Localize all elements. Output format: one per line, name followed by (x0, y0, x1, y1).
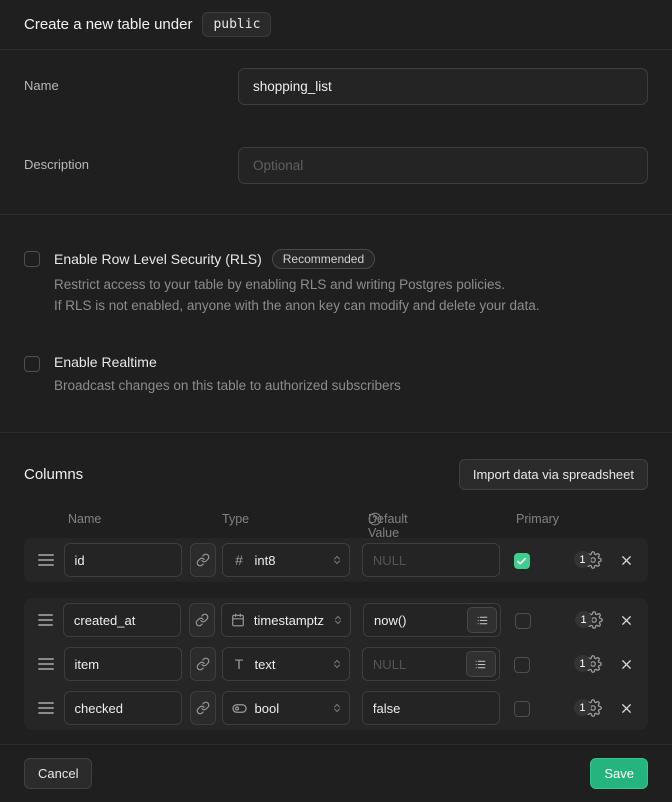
header-type: Type (222, 512, 249, 526)
cancel-button[interactable]: Cancel (24, 758, 92, 789)
column-name-input[interactable] (64, 543, 182, 577)
column-type-value: text (255, 657, 323, 672)
column-row-checked: bool 1 (24, 686, 648, 730)
column-type-value: int8 (255, 553, 323, 568)
remove-column-button[interactable] (619, 553, 634, 568)
columns-table-header: Name Type Default Value Primary (0, 512, 672, 528)
foreign-key-button[interactable] (190, 691, 216, 725)
settings-count-badge: 1 (574, 551, 591, 568)
description-row: Description (24, 147, 648, 184)
columns-rows-card: timestamptz 1 (24, 598, 648, 730)
close-icon (619, 701, 634, 716)
dialog-title: Create a new table under (24, 16, 192, 33)
help-icon[interactable] (368, 512, 382, 526)
drag-handle-icon[interactable] (38, 554, 54, 566)
realtime-label: Enable Realtime (54, 354, 157, 370)
column-name-input[interactable] (63, 603, 181, 637)
column-default-input[interactable] (362, 691, 500, 725)
primary-checkbox[interactable] (514, 657, 530, 673)
foreign-key-button[interactable] (189, 603, 215, 637)
drag-handle-icon[interactable] (38, 658, 54, 670)
list-icon (476, 614, 489, 627)
import-spreadsheet-button[interactable]: Import data via spreadsheet (459, 459, 648, 490)
column-type-select[interactable]: bool (222, 691, 350, 725)
primary-checkbox[interactable] (515, 613, 531, 629)
settings-count-badge: 1 (574, 655, 591, 672)
hash-icon: # (232, 552, 247, 568)
header-name: Name (68, 512, 101, 526)
column-row-created-at: timestamptz 1 (24, 598, 648, 642)
text-icon: T (232, 656, 247, 672)
dialog-footer: Cancel Save (0, 745, 672, 802)
column-type-value: bool (255, 701, 323, 716)
remove-column-button[interactable] (619, 613, 634, 628)
foreign-key-button[interactable] (190, 647, 216, 681)
table-info-section: Name Description (0, 50, 672, 215)
primary-row-card: # int8 1 (24, 538, 648, 582)
toggle-icon (232, 701, 247, 716)
column-type-select[interactable]: # int8 (222, 543, 350, 577)
columns-title: Columns (24, 466, 83, 483)
drag-handle-icon[interactable] (38, 614, 53, 626)
settings-count-badge: 1 (575, 611, 592, 628)
check-icon (516, 556, 527, 567)
link-icon (196, 657, 210, 671)
default-value-picker-button[interactable] (466, 651, 496, 677)
link-icon (196, 701, 210, 715)
column-name-input[interactable] (64, 691, 182, 725)
rls-option: Enable Row Level Security (RLS) Recommen… (24, 249, 648, 316)
chevron-up-down-icon (331, 702, 343, 714)
column-settings-button[interactable]: 1 (575, 610, 603, 630)
rls-description-line2: If RLS is not enabled, anyone with the a… (54, 295, 540, 316)
primary-checkbox[interactable] (514, 701, 530, 717)
dialog-header: Create a new table under public (0, 0, 672, 50)
column-settings-button[interactable]: 1 (574, 698, 603, 718)
calendar-icon (231, 613, 246, 627)
chevron-up-down-icon (331, 554, 343, 566)
settings-count-badge: 1 (574, 699, 591, 716)
column-settings-button[interactable]: 1 (574, 550, 603, 570)
chevron-up-down-icon (332, 614, 344, 626)
description-label: Description (24, 147, 238, 172)
table-description-input[interactable] (238, 147, 648, 184)
remove-column-button[interactable] (619, 657, 634, 672)
column-name-input[interactable] (64, 647, 182, 681)
table-options-section: Enable Row Level Security (RLS) Recommen… (0, 215, 672, 433)
primary-checkbox[interactable] (514, 553, 530, 569)
column-row-id: # int8 1 (24, 538, 648, 582)
schema-badge: public (202, 12, 271, 37)
column-type-select[interactable]: T text (222, 647, 350, 681)
rls-label: Enable Row Level Security (RLS) (54, 251, 262, 267)
column-settings-button[interactable]: 1 (574, 654, 603, 674)
close-icon (619, 657, 634, 672)
link-icon (196, 553, 210, 567)
default-value-picker-button[interactable] (467, 607, 497, 633)
foreign-key-button[interactable] (190, 543, 216, 577)
close-icon (619, 553, 634, 568)
column-type-value: timestamptz (254, 613, 324, 628)
recommended-badge: Recommended (272, 249, 375, 269)
name-row: Name (24, 68, 648, 105)
column-default-input[interactable] (362, 543, 500, 577)
rls-checkbox[interactable] (24, 251, 40, 267)
realtime-option: Enable Realtime Broadcast changes on thi… (24, 354, 648, 396)
header-primary: Primary (516, 512, 559, 526)
column-type-select[interactable]: timestamptz (221, 603, 351, 637)
columns-section: Columns Import data via spreadsheet Name… (0, 433, 672, 745)
list-icon (474, 658, 487, 671)
close-icon (619, 613, 634, 628)
realtime-description: Broadcast changes on this table to autho… (54, 375, 401, 396)
link-icon (195, 613, 209, 627)
column-row-item: T text 1 (24, 642, 648, 686)
table-name-input[interactable] (238, 68, 648, 105)
chevron-up-down-icon (331, 658, 343, 670)
name-label: Name (24, 68, 238, 93)
drag-handle-icon[interactable] (38, 702, 54, 714)
save-button[interactable]: Save (590, 758, 648, 789)
rls-description-line1: Restrict access to your table by enablin… (54, 274, 540, 295)
remove-column-button[interactable] (619, 701, 634, 716)
realtime-checkbox[interactable] (24, 356, 40, 372)
